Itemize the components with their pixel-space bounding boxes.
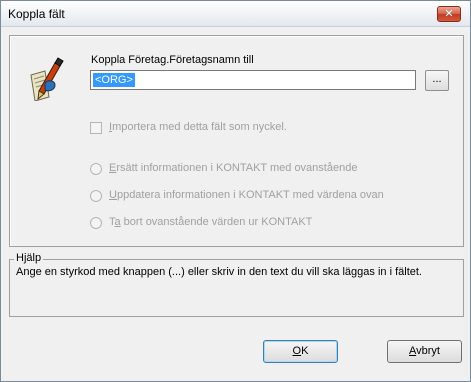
window-title: Koppla fält (8, 7, 65, 21)
close-button[interactable]: ✕ (437, 6, 461, 22)
mapping-value-input[interactable]: <ORG> (90, 70, 416, 90)
ok-button[interactable]: OK (263, 340, 338, 363)
browse-button[interactable]: ... (425, 70, 449, 91)
dialog-window: Koppla fält ✕ Koppla Företag.Företagsnam… (0, 0, 471, 382)
radio-update-button[interactable] (90, 190, 102, 202)
field-mapping-label: Koppla Företag.Företagsnamn till (91, 54, 254, 66)
radio-remove-label: Ta bort ovanstående värden ur KONTAKT (109, 216, 313, 228)
import-key-label: Importera med detta fält som nyckel. (109, 121, 287, 133)
title-bar[interactable]: Koppla fält ✕ (1, 1, 470, 27)
pen-and-paper-icon (25, 57, 65, 102)
help-group: Hjälp Ange en styrkod med knappen (...) … (9, 252, 464, 317)
import-key-checkbox[interactable] (90, 122, 102, 134)
selected-value-text: <ORG> (93, 73, 135, 87)
radio-update-label: Uppdatera informationen i KONTAKT med vä… (109, 189, 384, 201)
help-text: Ange en styrkod med knappen (...) eller … (16, 266, 422, 278)
help-legend: Hjälp (14, 252, 44, 264)
cancel-button[interactable]: Avbryt (387, 340, 462, 363)
radio-replace-label: Ersätt informationen i KONTAKT med ovans… (109, 162, 358, 174)
radio-remove-button[interactable] (90, 217, 102, 229)
radio-replace-button[interactable] (90, 163, 102, 175)
close-icon: ✕ (444, 8, 454, 20)
